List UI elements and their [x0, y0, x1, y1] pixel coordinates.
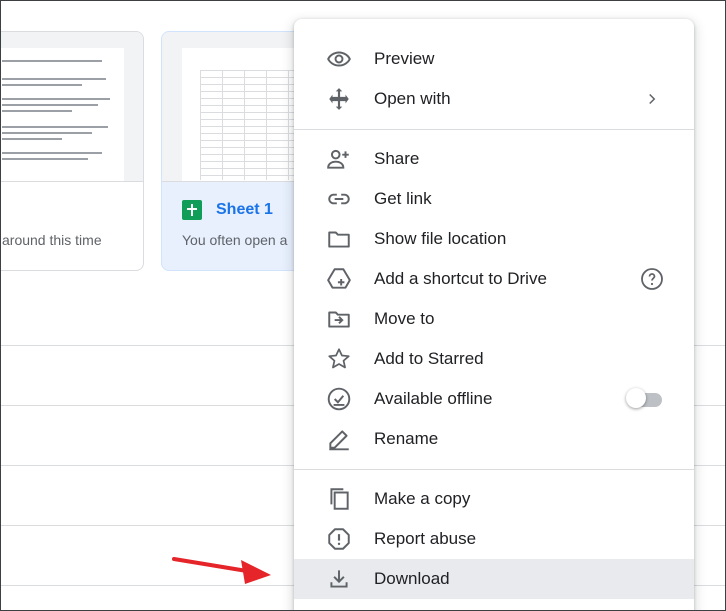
offline-toggle-switch[interactable]: [626, 388, 662, 408]
report-icon: [325, 525, 353, 553]
card-title: Sheet 1: [216, 201, 273, 218]
menu-item-add-shortcut[interactable]: Add a shortcut to Drive: [294, 259, 694, 299]
menu-item-label: Show file location: [374, 229, 507, 248]
drive-shortcut-icon: [325, 265, 353, 293]
menu-item-label: Open with: [374, 89, 451, 108]
menu-item-label: Rename: [374, 429, 439, 448]
menu-item-label: Make a copy: [374, 489, 471, 508]
card-title-row: Sheet 1: [182, 200, 273, 220]
toggle-knob: [626, 388, 646, 408]
file-card-doc[interactable]: around this time: [1, 31, 144, 271]
person-add-icon: [325, 145, 353, 173]
menu-item-label: Download: [374, 569, 450, 588]
menu-item-available-offline[interactable]: Available offline: [294, 379, 694, 419]
menu-item-label: Preview: [374, 49, 435, 68]
menu-item-label: Add to Starred: [374, 349, 484, 368]
screenshot-frame: around this time Sheet 1 You often open …: [0, 0, 726, 611]
menu-item-add-to-starred[interactable]: Add to Starred: [294, 339, 694, 379]
menu-item-label: Share: [374, 149, 420, 168]
menu-item-open-with[interactable]: Open with: [294, 79, 694, 119]
annotation-arrow-icon: [172, 557, 271, 584]
menu-divider: [294, 129, 694, 130]
file-thumbnail: [1, 32, 143, 182]
offline-check-icon: [325, 385, 353, 413]
help-icon[interactable]: [640, 267, 664, 291]
link-icon: [325, 185, 353, 213]
copy-icon: [325, 485, 353, 513]
chevron-right-icon: [640, 87, 664, 111]
google-sheets-icon: [182, 200, 202, 220]
menu-item-label: Available offline: [374, 389, 493, 408]
star-icon: [325, 345, 353, 373]
menu-divider: [294, 469, 694, 470]
folder-icon: [325, 225, 353, 253]
move-arrows-icon: [325, 85, 353, 113]
card-subtitle: You often open a: [182, 232, 288, 248]
menu-item-label: Move to: [374, 309, 435, 328]
menu-item-label: Report abuse: [374, 529, 477, 548]
menu-item-download[interactable]: Download: [294, 559, 694, 599]
menu-item-preview[interactable]: Preview: [294, 39, 694, 79]
file-context-menu: Preview Open with Share Get link Show fi…: [294, 19, 694, 610]
menu-item-label: Add a shortcut to Drive: [374, 269, 547, 288]
menu-item-report-abuse[interactable]: Report abuse: [294, 519, 694, 559]
doc-preview-page: [1, 48, 124, 181]
menu-item-share[interactable]: Share: [294, 139, 694, 179]
folder-move-icon: [325, 305, 353, 333]
menu-item-move-to[interactable]: Move to: [294, 299, 694, 339]
menu-item-label: Get link: [374, 189, 432, 208]
card-subtitle: around this time: [2, 232, 102, 248]
menu-item-get-link[interactable]: Get link: [294, 179, 694, 219]
menu-item-make-a-copy[interactable]: Make a copy: [294, 479, 694, 519]
pencil-icon: [325, 425, 353, 453]
menu-item-rename[interactable]: Rename: [294, 419, 694, 459]
menu-item-show-file-location[interactable]: Show file location: [294, 219, 694, 259]
download-icon: [325, 565, 353, 593]
eye-icon: [325, 45, 353, 73]
